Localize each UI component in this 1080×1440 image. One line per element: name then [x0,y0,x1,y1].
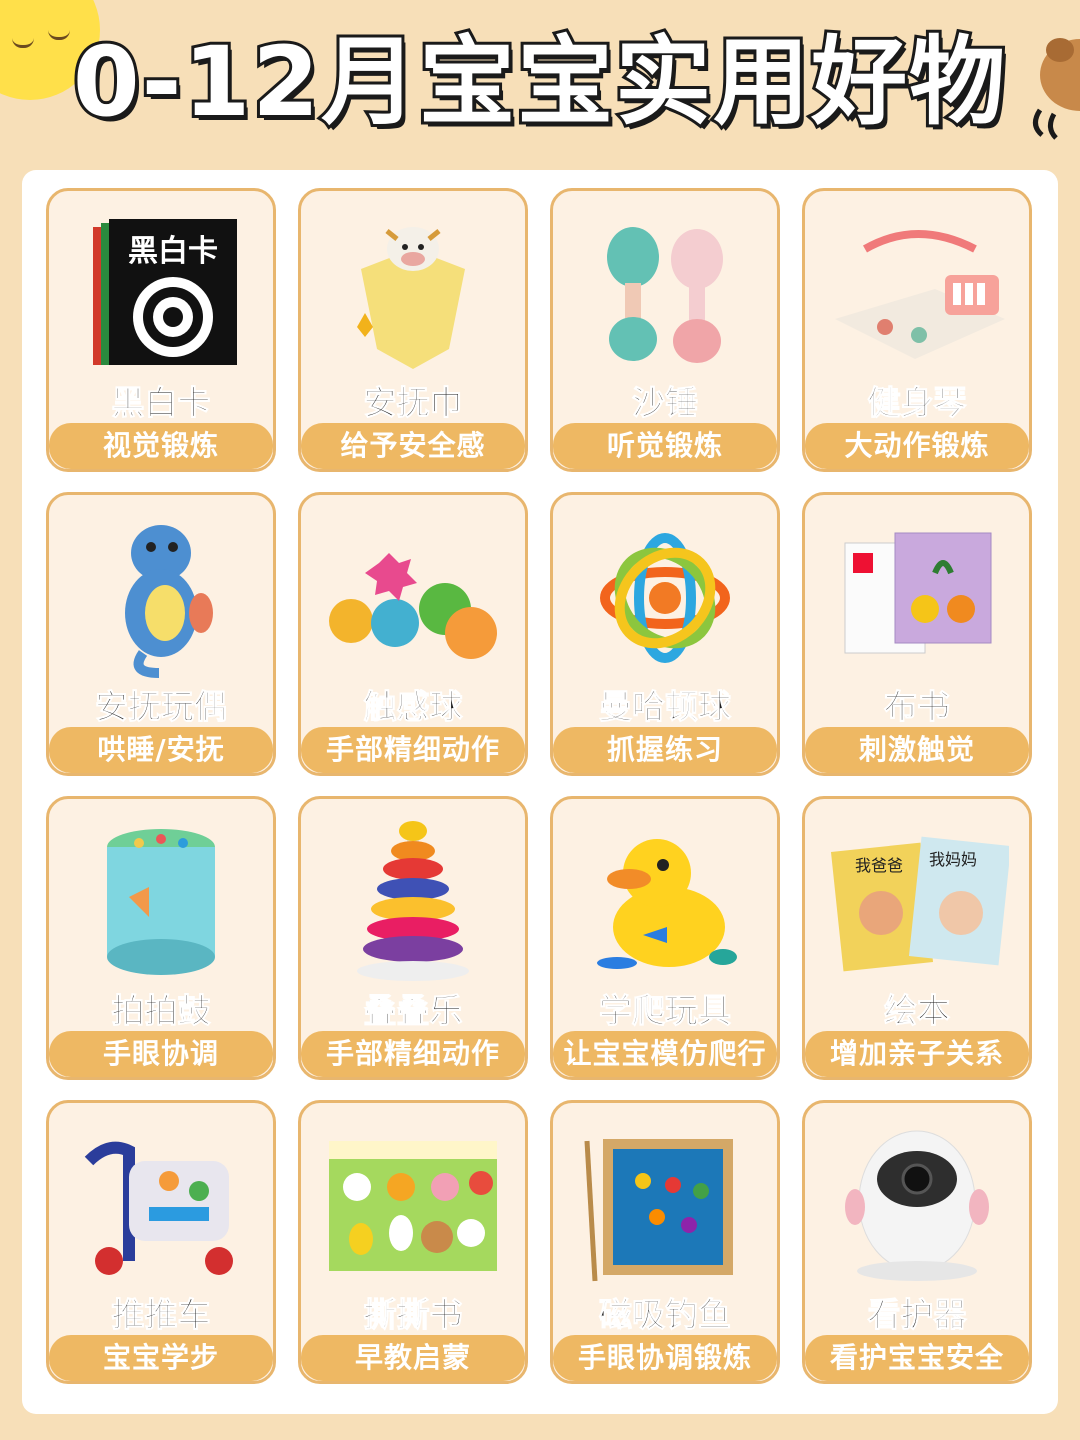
sensory-balls-icon [321,513,505,683]
product-name: 绘本 [884,991,951,1031]
product-name: 布书 [884,687,951,727]
product-benefit: 哄睡/安抚 [49,727,273,773]
product-benefit: 早教启蒙 [301,1335,525,1381]
black-white-cards-icon: 黑白卡 [69,209,253,379]
magnetic-fishing-icon [573,1121,757,1291]
manhattan-ball-icon [573,513,757,683]
product-benefit: 增加亲子关系 [805,1031,1029,1077]
product-card: 我爸爸 我妈妈 绘本 增加亲子关系 [802,796,1032,1080]
comfort-blanket-icon [321,209,505,379]
product-name: 沙锤 [632,383,699,423]
baby-walker-icon [69,1121,253,1291]
product-name: 曼哈顿球 [599,687,732,727]
cloth-book-icon [825,513,1009,683]
product-name: 拍拍鼓 [111,991,211,1031]
product-benefit: 听觉锻炼 [553,423,777,469]
product-benefit: 抓握练习 [553,727,777,773]
product-card: 黑白卡 黑白卡 视觉锻炼 [46,188,276,472]
product-card: 看护器 看护宝宝安全 [802,1100,1032,1384]
product-card: 沙锤 听觉锻炼 [550,188,780,472]
maracas-icon [573,209,757,379]
baby-monitor-icon [825,1121,1009,1291]
product-card: 推推车 宝宝学步 [46,1100,276,1384]
product-card: 撕撕书 早教启蒙 [298,1100,528,1384]
product-name: 安抚巾 [363,383,463,423]
product-benefit: 手眼协调 [49,1031,273,1077]
pat-drum-icon [69,817,253,987]
product-benefit: 让宝宝模仿爬行 [553,1031,777,1077]
product-grid: 黑白卡 黑白卡 视觉锻炼 安抚巾 给予安全感 沙锤 听觉锻炼 健身琴 大动作锻炼… [46,188,1032,1384]
product-name: 磁吸钓鱼 [599,1295,732,1335]
product-benefit: 刺激触觉 [805,727,1029,773]
book-title-mom: 我妈妈 [929,850,977,869]
product-card: 曼哈顿球 抓握练习 [550,492,780,776]
product-card: 触感球 手部精细动作 [298,492,528,776]
product-name: 安抚玩偶 [95,687,228,727]
product-card: 拍拍鼓 手眼协调 [46,796,276,1080]
seahorse-plush-icon [69,513,253,683]
black-white-card-text: 黑白卡 [128,234,218,269]
crawling-duck-icon [573,817,757,987]
product-benefit: 手部精细动作 [301,727,525,773]
picture-books-icon: 我爸爸 我妈妈 [825,817,1009,987]
product-benefit: 视觉锻炼 [49,423,273,469]
product-card: 学爬玩具 让宝宝模仿爬行 [550,796,780,1080]
product-card: 磁吸钓鱼 手眼协调锻炼 [550,1100,780,1384]
product-benefit: 手部精细动作 [301,1031,525,1077]
product-benefit: 看护宝宝安全 [805,1335,1029,1381]
product-name: 撕撕书 [363,1295,463,1335]
play-gym-icon [825,209,1009,379]
product-name: 学爬玩具 [599,991,732,1031]
product-name: 黑白卡 [111,383,211,423]
product-name: 看护器 [867,1295,967,1335]
product-benefit: 大动作锻炼 [805,423,1029,469]
book-title-dad: 我爸爸 [855,856,903,875]
product-name: 触感球 [363,687,463,727]
page-title: 0-12月宝宝实用好物 [70,23,1008,141]
product-card: 叠叠乐 手部精细动作 [298,796,528,1080]
product-card: 安抚巾 给予安全感 [298,188,528,472]
product-name: 推推车 [111,1295,211,1335]
product-benefit: 宝宝学步 [49,1335,273,1381]
product-card: 布书 刺激触觉 [802,492,1032,776]
stacking-rings-icon [321,817,505,987]
product-card: 健身琴 大动作锻炼 [802,188,1032,472]
product-card: 安抚玩偶 哄睡/安抚 [46,492,276,776]
product-panel: 黑白卡 黑白卡 视觉锻炼 安抚巾 给予安全感 沙锤 听觉锻炼 健身琴 大动作锻炼… [22,170,1058,1414]
sticker-book-icon [321,1121,505,1291]
product-benefit: 给予安全感 [301,423,525,469]
product-benefit: 手眼协调锻炼 [553,1335,777,1381]
product-name: 叠叠乐 [363,991,463,1031]
product-name: 健身琴 [867,383,967,423]
